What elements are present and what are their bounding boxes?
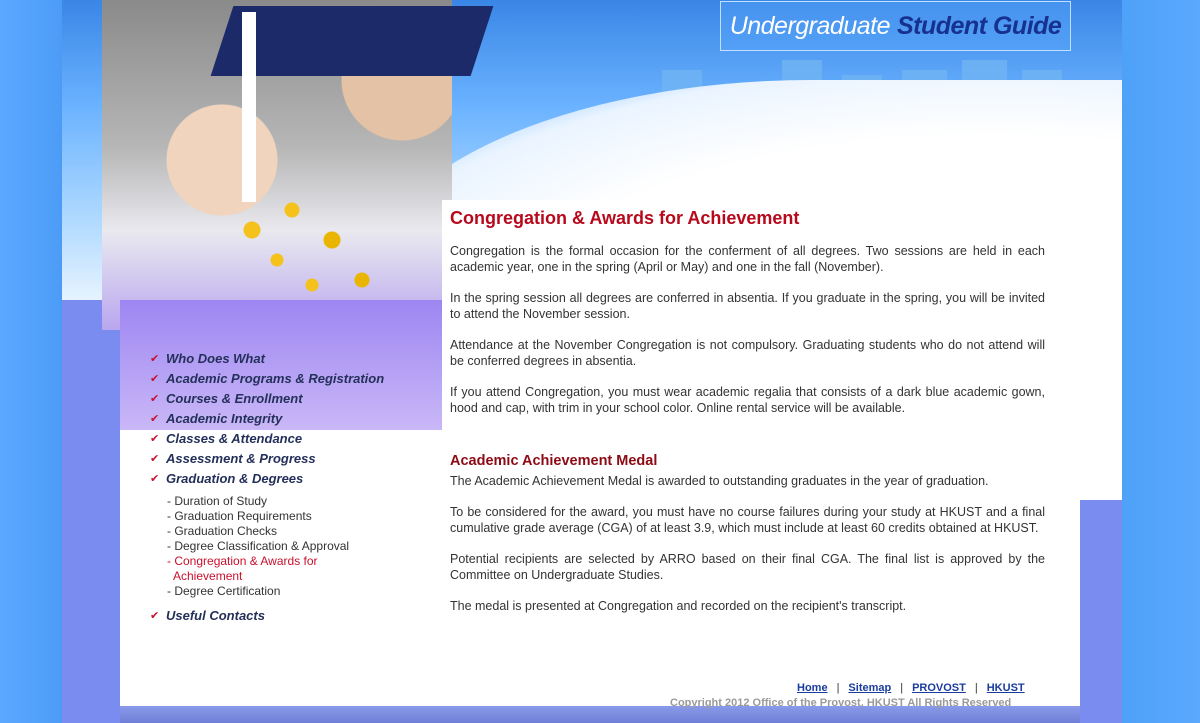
nav-item-courses-enrollment[interactable]: ✔ Courses & Enrollment — [150, 388, 430, 408]
paragraph: The Academic Achievement Medal is awarde… — [450, 474, 989, 488]
paragraph: In the spring session all degrees are co… — [450, 291, 1045, 321]
site-title-part2: Student Guide — [896, 11, 1062, 40]
subnav-congregation-awards[interactable]: - Congregation & Awards for Achievement — [167, 554, 430, 584]
check-icon: ✔ — [150, 472, 160, 485]
nav-item-who-does-what[interactable]: ✔ Who Does What — [150, 348, 430, 368]
site-title-part1: Undergraduate — [729, 11, 891, 40]
footer-separator: | — [900, 682, 904, 694]
subnav-degree-certification[interactable]: - Degree Certification — [167, 584, 430, 599]
check-icon: ✔ — [150, 609, 160, 622]
nav-item-assessment-progress[interactable]: ✔ Assessment & Progress — [150, 448, 430, 468]
subnav-graduation-checks[interactable]: - Graduation Checks — [167, 524, 430, 539]
flowers-graphic — [222, 190, 392, 300]
paragraph: Attendance at the November Congregation … — [450, 338, 1045, 368]
check-icon: ✔ — [150, 352, 160, 365]
footer-links: Home | Sitemap | PROVOST | HKUST — [797, 682, 1025, 694]
section-subtitle: Academic Achievement Medal — [450, 453, 658, 469]
main-content: Congregation & Awards for Achievement Co… — [450, 208, 1045, 629]
tassel-graphic — [242, 12, 256, 202]
check-icon: ✔ — [150, 372, 160, 385]
nav-item-academic-programs[interactable]: ✔ Academic Programs & Registration — [150, 368, 430, 388]
footer-link-home[interactable]: Home — [797, 682, 828, 694]
paragraph: The medal is presented at Congregation a… — [450, 599, 907, 613]
check-icon: ✔ — [150, 432, 160, 445]
footer-separator: | — [974, 682, 978, 694]
site-title-box: Undergraduate Student Guide — [720, 1, 1071, 51]
page-title: Congregation & Awards for Achievement — [450, 208, 800, 228]
footer-link-sitemap[interactable]: Sitemap — [848, 682, 891, 694]
subnav-degree-classification[interactable]: - Degree Classification & Approval — [167, 539, 430, 554]
nav-item-academic-integrity[interactable]: ✔ Academic Integrity — [150, 408, 430, 428]
paragraph: Potential recipients are selected by ARR… — [450, 552, 1045, 582]
paragraph: If you attend Congregation, you must wea… — [450, 385, 1045, 415]
footer-separator: | — [836, 682, 840, 694]
subnav-graduation-requirements[interactable]: - Graduation Requirements — [167, 509, 430, 524]
paragraph: Congregation is the formal occasion for … — [450, 244, 1045, 274]
copyright-text: Copyright 2012 Office of the Provost, HK… — [670, 697, 1012, 709]
check-icon: ✔ — [150, 412, 160, 425]
sidebar-nav: ✔ Who Does What ✔ Academic Programs & Re… — [150, 348, 430, 625]
subnav-duration-of-study[interactable]: - Duration of Study — [167, 494, 430, 509]
nav-item-classes-attendance[interactable]: ✔ Classes & Attendance — [150, 428, 430, 448]
check-icon: ✔ — [150, 392, 160, 405]
submenu-graduation: - Duration of Study - Graduation Require… — [167, 494, 430, 599]
footer-link-provost[interactable]: PROVOST — [912, 682, 966, 694]
graduation-photo — [102, 0, 494, 330]
nav-item-graduation-degrees[interactable]: ✔ Graduation & Degrees — [150, 468, 430, 488]
check-icon: ✔ — [150, 452, 160, 465]
paragraph: To be considered for the award, you must… — [450, 505, 1045, 535]
nav-item-useful-contacts[interactable]: ✔ Useful Contacts — [150, 605, 430, 625]
footer-link-hkust[interactable]: HKUST — [987, 682, 1025, 694]
